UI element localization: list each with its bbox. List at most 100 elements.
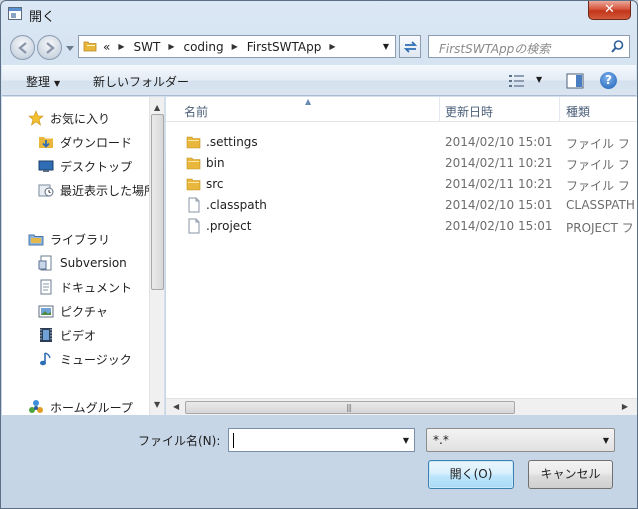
column-header-name[interactable]: 名前 <box>184 103 208 120</box>
recent-pages-dropdown-icon[interactable] <box>66 44 74 52</box>
file-type: ファイル フ <box>566 137 630 151</box>
sidebar-item-label: ライブラリ <box>50 232 111 247</box>
file-icon <box>188 197 200 213</box>
file-date: 2014/02/11 10:21 <box>445 177 553 191</box>
sidebar-item-pictures[interactable]: ピクチャ <box>38 301 108 321</box>
forward-button[interactable] <box>37 35 62 60</box>
sidebar-item-documents[interactable]: ドキュメント <box>38 277 132 297</box>
breadcrumb-swt[interactable]: SWT <box>134 40 161 54</box>
chevron-down-icon: ▼ <box>602 436 609 445</box>
file-name: bin <box>206 156 225 170</box>
file-list-scrollbar[interactable]: ◀ ||| ▶ <box>166 398 637 415</box>
search-icon[interactable] <box>610 39 625 54</box>
preview-pane-icon[interactable] <box>566 73 584 89</box>
column-header-type[interactable]: 種類 <box>566 103 590 120</box>
file-name: .classpath <box>206 198 267 212</box>
list-item[interactable]: .project 2014/02/10 15:01 PROJECT フ <box>166 216 637 237</box>
sidebar-item-downloads[interactable]: ダウンロード <box>38 132 132 152</box>
sidebar-item-label: ドキュメント <box>60 280 133 295</box>
window-icon <box>8 7 22 20</box>
sidebar-item-label: 最近表示した場所 <box>60 183 157 198</box>
sidebar-item-label: お気に入り <box>50 111 111 126</box>
view-options-dropdown-icon[interactable]: ▼ <box>536 75 542 84</box>
column-header-date[interactable]: 更新日時 <box>445 103 493 120</box>
sidebar-item-label: ピクチャ <box>60 304 108 319</box>
sidebar-item-videos[interactable]: ビデオ <box>38 325 96 345</box>
title-bar: 開く ✕ <box>1 1 637 29</box>
breadcrumb-separator-icon[interactable]: ▶ <box>232 42 238 51</box>
filter-value: *.* <box>433 433 449 447</box>
music-icon <box>40 352 51 366</box>
sidebar-item-favorites[interactable]: お気に入り <box>28 108 110 128</box>
sidebar-item-homegroup[interactable]: ホームグループ <box>28 397 133 415</box>
column-divider[interactable] <box>559 97 560 122</box>
folder-icon <box>186 136 201 149</box>
sort-ascending-icon: ▲ <box>305 97 312 106</box>
text-caret <box>233 433 234 448</box>
scrollbar-thumb[interactable] <box>151 114 164 290</box>
breadcrumb-separator-icon[interactable]: ▶ <box>329 42 335 51</box>
cancel-button[interactable]: キャンセル <box>528 460 613 489</box>
column-divider[interactable] <box>439 97 440 122</box>
file-type: CLASSPATH <box>566 198 635 212</box>
list-item[interactable]: .settings 2014/02/10 15:01 ファイル フ <box>166 132 637 153</box>
videos-icon <box>40 328 52 342</box>
file-type: ファイル フ <box>566 179 630 193</box>
close-button[interactable]: ✕ <box>588 1 631 20</box>
back-arrow-icon <box>18 42 27 54</box>
list-item[interactable]: src 2014/02/11 10:21 ファイル フ <box>166 174 637 195</box>
file-date: 2014/02/10 15:01 <box>445 135 553 149</box>
change-view-icon[interactable] <box>508 73 526 89</box>
filename-input[interactable]: ▼ <box>228 428 415 452</box>
back-button[interactable] <box>10 35 35 60</box>
pictures-icon <box>38 305 54 318</box>
new-folder-button[interactable]: 新しいフォルダー <box>93 73 189 90</box>
list-item[interactable]: .classpath 2014/02/10 15:01 CLASSPATH <box>166 195 637 216</box>
navigation-scrollbar[interactable]: ▲ ▼ <box>149 97 164 415</box>
sidebar-item-libraries[interactable]: ライブラリ <box>28 229 110 249</box>
star-icon <box>28 110 44 126</box>
folder-icon <box>186 178 201 191</box>
file-type: PROJECT フ <box>566 221 634 235</box>
sidebar-item-subversion[interactable]: Subversion <box>38 253 127 273</box>
breadcrumb-root[interactable]: « <box>103 40 110 54</box>
sidebar-item-recent-places[interactable]: 最近表示した場所 <box>38 180 156 200</box>
sidebar-item-label: Subversion <box>60 256 127 270</box>
organize-button[interactable]: 整理 ▼ <box>26 73 60 90</box>
refresh-button[interactable] <box>399 35 421 58</box>
file-name: src <box>206 177 224 191</box>
list-item[interactable]: bin 2014/02/11 10:21 ファイル フ <box>166 153 637 174</box>
column-header-row: ▲ 名前 更新日時 種類 <box>166 97 637 122</box>
desktop-icon <box>38 160 54 172</box>
search-box[interactable]: FirstSWTAppの検索 <box>428 35 630 58</box>
file-date: 2014/02/10 15:01 <box>445 219 553 233</box>
address-bar[interactable]: « ▶ SWT ▶ coding ▶ FirstSWTApp ▶ ▼ <box>78 35 396 58</box>
close-icon: ✕ <box>604 2 615 17</box>
scroll-down-icon[interactable]: ▼ <box>154 400 160 409</box>
file-type: ファイル フ <box>566 158 630 172</box>
breadcrumb-separator-icon[interactable]: ▶ <box>118 42 124 51</box>
sidebar-item-label: ダウンロード <box>60 135 133 150</box>
sidebar-item-music[interactable]: ミュージック <box>38 349 132 369</box>
address-dropdown-icon[interactable]: ▼ <box>383 42 389 51</box>
scroll-up-icon[interactable]: ▲ <box>154 103 160 112</box>
file-date: 2014/02/11 10:21 <box>445 156 553 170</box>
open-file-dialog: 開く ✕ « ▶ SWT ▶ coding ▶ FirstSWTApp ▶ ▼ … <box>0 0 638 509</box>
homegroup-icon <box>29 400 43 413</box>
sidebar-item-label: ホームグループ <box>50 400 133 415</box>
file-type-filter[interactable]: *.* ▼ <box>426 428 615 452</box>
filename-history-dropdown-icon[interactable]: ▼ <box>403 436 409 445</box>
sidebar-item-desktop[interactable]: デスクトップ <box>38 156 132 176</box>
search-input[interactable]: FirstSWTAppの検索 <box>439 40 550 57</box>
scroll-right-icon[interactable]: ▶ <box>622 402 628 411</box>
command-bar: 整理 ▼ 新しいフォルダー ▼ ? <box>2 65 636 96</box>
open-button[interactable]: 開く(O) <box>428 460 514 489</box>
breadcrumb-separator-icon[interactable]: ▶ <box>168 42 174 51</box>
scrollbar-thumb[interactable]: ||| <box>185 401 515 414</box>
breadcrumb-firstswtapp[interactable]: FirstSWTApp <box>247 40 322 54</box>
breadcrumb-coding[interactable]: coding <box>183 40 223 54</box>
help-icon[interactable]: ? <box>600 72 617 89</box>
sidebar-item-label: デスクトップ <box>60 159 133 174</box>
file-list: ▲ 名前 更新日時 種類 .settings 2014/02/10 15:01 … <box>166 97 637 415</box>
scroll-left-icon[interactable]: ◀ <box>173 402 179 411</box>
